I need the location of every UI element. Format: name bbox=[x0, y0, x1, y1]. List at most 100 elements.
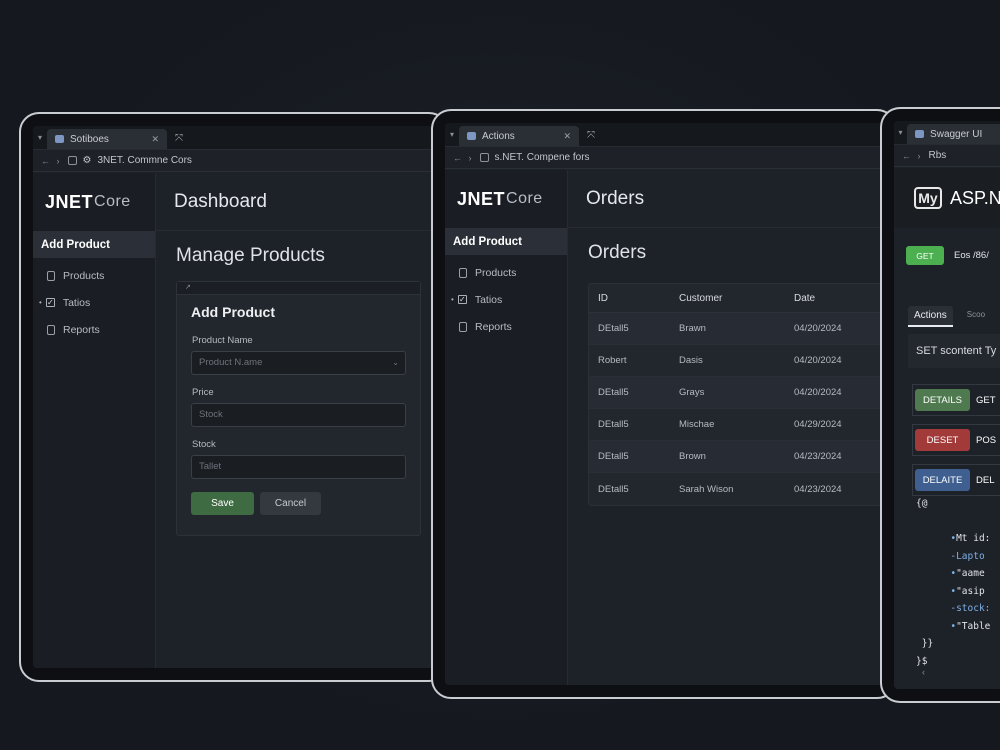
sidebar-item-products[interactable]: Products bbox=[445, 259, 567, 286]
cell-customer: Dasis bbox=[679, 355, 703, 366]
browser-tabbar: ▾ Actions ✕ ⤧ bbox=[445, 123, 883, 147]
cell-customer: Sarah Wison bbox=[679, 483, 734, 495]
details-button[interactable]: DETAILS bbox=[915, 389, 970, 411]
operation-row[interactable]: DELAITE DEL bbox=[912, 464, 1000, 496]
sidebar-item-add-product[interactable]: Add Product bbox=[445, 228, 567, 255]
main-content: Dashboard Manage Products ↗ Add Product … bbox=[156, 173, 435, 668]
table-row[interactable]: DEtall5 Brown 04/23/2024 bbox=[589, 441, 883, 473]
save-button[interactable]: Save bbox=[191, 492, 254, 515]
code-line: Lapto bbox=[956, 550, 985, 562]
tablet-orders: ▾ Actions ✕ ⤧ ← › s.NET. Compene fors JN… bbox=[431, 109, 897, 699]
deset-button[interactable]: DESET bbox=[915, 429, 970, 451]
gear-icon: ⚙ bbox=[82, 155, 92, 166]
card-title: Add Product bbox=[191, 304, 275, 320]
back-forward-icon[interactable]: ← › bbox=[41, 156, 62, 166]
code-line: "asip bbox=[956, 585, 985, 597]
table-row[interactable]: DEtall5 Sarah Wison 04/23/2024 bbox=[589, 473, 883, 505]
table-header: ID Customer Date bbox=[589, 284, 883, 313]
operation-verb: POS bbox=[976, 434, 997, 446]
tab-scoo[interactable]: Scoo bbox=[963, 306, 989, 327]
url-text[interactable]: Rbs bbox=[929, 150, 947, 161]
sidebar-item-label: Products bbox=[475, 266, 517, 279]
section-title: Manage Products bbox=[176, 245, 325, 266]
screen-swagger: ▾ Swagger UI ← › Rbs My ASP.N GET Eos /8… bbox=[894, 121, 1000, 689]
table-row[interactable]: DEtall5 Grays 04/20/2024 bbox=[589, 377, 883, 409]
cell-date: 04/20/2024 bbox=[794, 387, 842, 398]
cell-id: Robert bbox=[598, 355, 627, 366]
delete-button[interactable]: DELAITE bbox=[915, 469, 970, 491]
column-header-customer[interactable]: Customer bbox=[679, 293, 794, 304]
code-line: "Table bbox=[956, 620, 991, 632]
table-row[interactable]: DEtall5 Mischae 04/29/2024 bbox=[589, 409, 883, 441]
scroll-left-icon[interactable]: ‹ bbox=[922, 667, 925, 677]
favicon-icon bbox=[915, 130, 925, 138]
page-icon bbox=[479, 153, 489, 162]
address-bar[interactable]: ← › Rbs bbox=[894, 145, 1000, 167]
cancel-button[interactable]: Cancel bbox=[260, 492, 321, 515]
endpoint-path[interactable]: Eos /86/ bbox=[954, 250, 989, 261]
column-header-date[interactable]: Date bbox=[794, 293, 883, 304]
price-field[interactable]: Stock bbox=[191, 403, 406, 427]
tab-list-icon[interactable]: ▾ bbox=[894, 122, 907, 144]
new-tab-icon[interactable]: ⤧ bbox=[579, 126, 603, 146]
bullet-icon: • bbox=[451, 295, 454, 304]
page-title: Orders bbox=[568, 170, 883, 228]
swagger-title: ASP.N bbox=[950, 187, 1000, 208]
logo-main: JNET bbox=[45, 191, 94, 212]
tab-list-icon[interactable]: ▾ bbox=[33, 127, 47, 149]
sidebar-item-label: Tatios bbox=[474, 293, 503, 306]
bullet-icon: • bbox=[39, 298, 42, 307]
tab-title: Sotiboes bbox=[70, 133, 109, 145]
sidebar-item-tatios[interactable]: • ✓ Tatios bbox=[445, 286, 567, 313]
table-row[interactable]: Robert Dasis 04/20/2024 bbox=[589, 345, 883, 377]
browser-tabbar: ▾ Swagger UI bbox=[894, 121, 1000, 145]
favicon-icon bbox=[467, 132, 476, 140]
url-text[interactable]: 3NET. Commne Cors bbox=[97, 155, 191, 166]
sidebar: JNET Core Add Product Products • ✓ Tatios… bbox=[445, 170, 568, 685]
browser-tab[interactable]: Actions ✕ bbox=[459, 126, 579, 146]
chevron-down-icon: ⌄ bbox=[392, 358, 399, 367]
code-line: Mt id: bbox=[956, 533, 991, 544]
table-row[interactable]: DEtall5 Brawn 04/20/2024 bbox=[589, 313, 883, 345]
sidebar-item-products[interactable]: Products bbox=[33, 262, 155, 289]
card-strip: ↗ bbox=[177, 282, 420, 295]
screen-orders: ▾ Actions ✕ ⤧ ← › s.NET. Compene fors JN… bbox=[445, 123, 883, 685]
address-bar[interactable]: ← › ⚙ 3NET. Commne Cors bbox=[33, 150, 435, 172]
back-forward-icon[interactable]: ← › bbox=[902, 151, 923, 161]
cell-date: 04/23/2024 bbox=[794, 483, 842, 495]
logo-sub: Core bbox=[94, 193, 131, 210]
code-line: {@ bbox=[916, 498, 928, 509]
sidebar-item-label: Products bbox=[63, 269, 105, 282]
close-icon[interactable]: ✕ bbox=[563, 131, 571, 142]
sidebar-item-add-product[interactable]: Add Product bbox=[33, 231, 155, 258]
product-name-select[interactable]: Product N.ame ⌄ bbox=[191, 351, 406, 375]
stock-field[interactable]: Tallet bbox=[191, 455, 406, 479]
address-bar[interactable]: ← › s.NET. Compene fors bbox=[445, 147, 883, 169]
new-tab-icon[interactable]: ⤧ bbox=[167, 129, 191, 149]
code-line: }$ bbox=[916, 655, 928, 667]
get-method-badge[interactable]: GET bbox=[906, 246, 944, 265]
price-placeholder: Stock bbox=[199, 409, 223, 420]
browser-tab[interactable]: Sotiboes ✕ bbox=[47, 129, 167, 149]
column-header-id[interactable]: ID bbox=[589, 293, 679, 304]
url-text[interactable]: s.NET. Compene fors bbox=[495, 152, 590, 163]
sidebar-item-reports[interactable]: Reports bbox=[445, 313, 567, 340]
logo-main: JNET bbox=[457, 188, 506, 209]
cell-id: DEtall5 bbox=[598, 419, 629, 430]
sidebar-item-reports[interactable]: Reports bbox=[33, 316, 155, 343]
operation-row[interactable]: DESET POS bbox=[912, 424, 1000, 456]
cell-customer: Grays bbox=[679, 387, 705, 398]
browser-tab[interactable]: Swagger UI bbox=[907, 124, 1000, 144]
tab-list-icon[interactable]: ▾ bbox=[445, 124, 459, 146]
operation-row[interactable]: DETAILS GET bbox=[912, 384, 1000, 416]
sidebar-item-label: Add Product bbox=[41, 238, 110, 251]
tab-title: Swagger UI bbox=[930, 128, 983, 140]
orders-table: ID Customer Date DEtall5 Brawn 04/20/202… bbox=[588, 283, 883, 506]
close-icon[interactable]: ✕ bbox=[151, 134, 159, 145]
tab-actions[interactable]: Actions bbox=[908, 306, 953, 327]
sidebar-item-tatios[interactable]: • ✓ Tatios bbox=[33, 289, 155, 316]
box-icon bbox=[47, 270, 55, 281]
price-label: Price bbox=[192, 387, 214, 398]
back-forward-icon[interactable]: ← › bbox=[453, 153, 474, 163]
sidebar-item-label: Reports bbox=[63, 323, 100, 336]
